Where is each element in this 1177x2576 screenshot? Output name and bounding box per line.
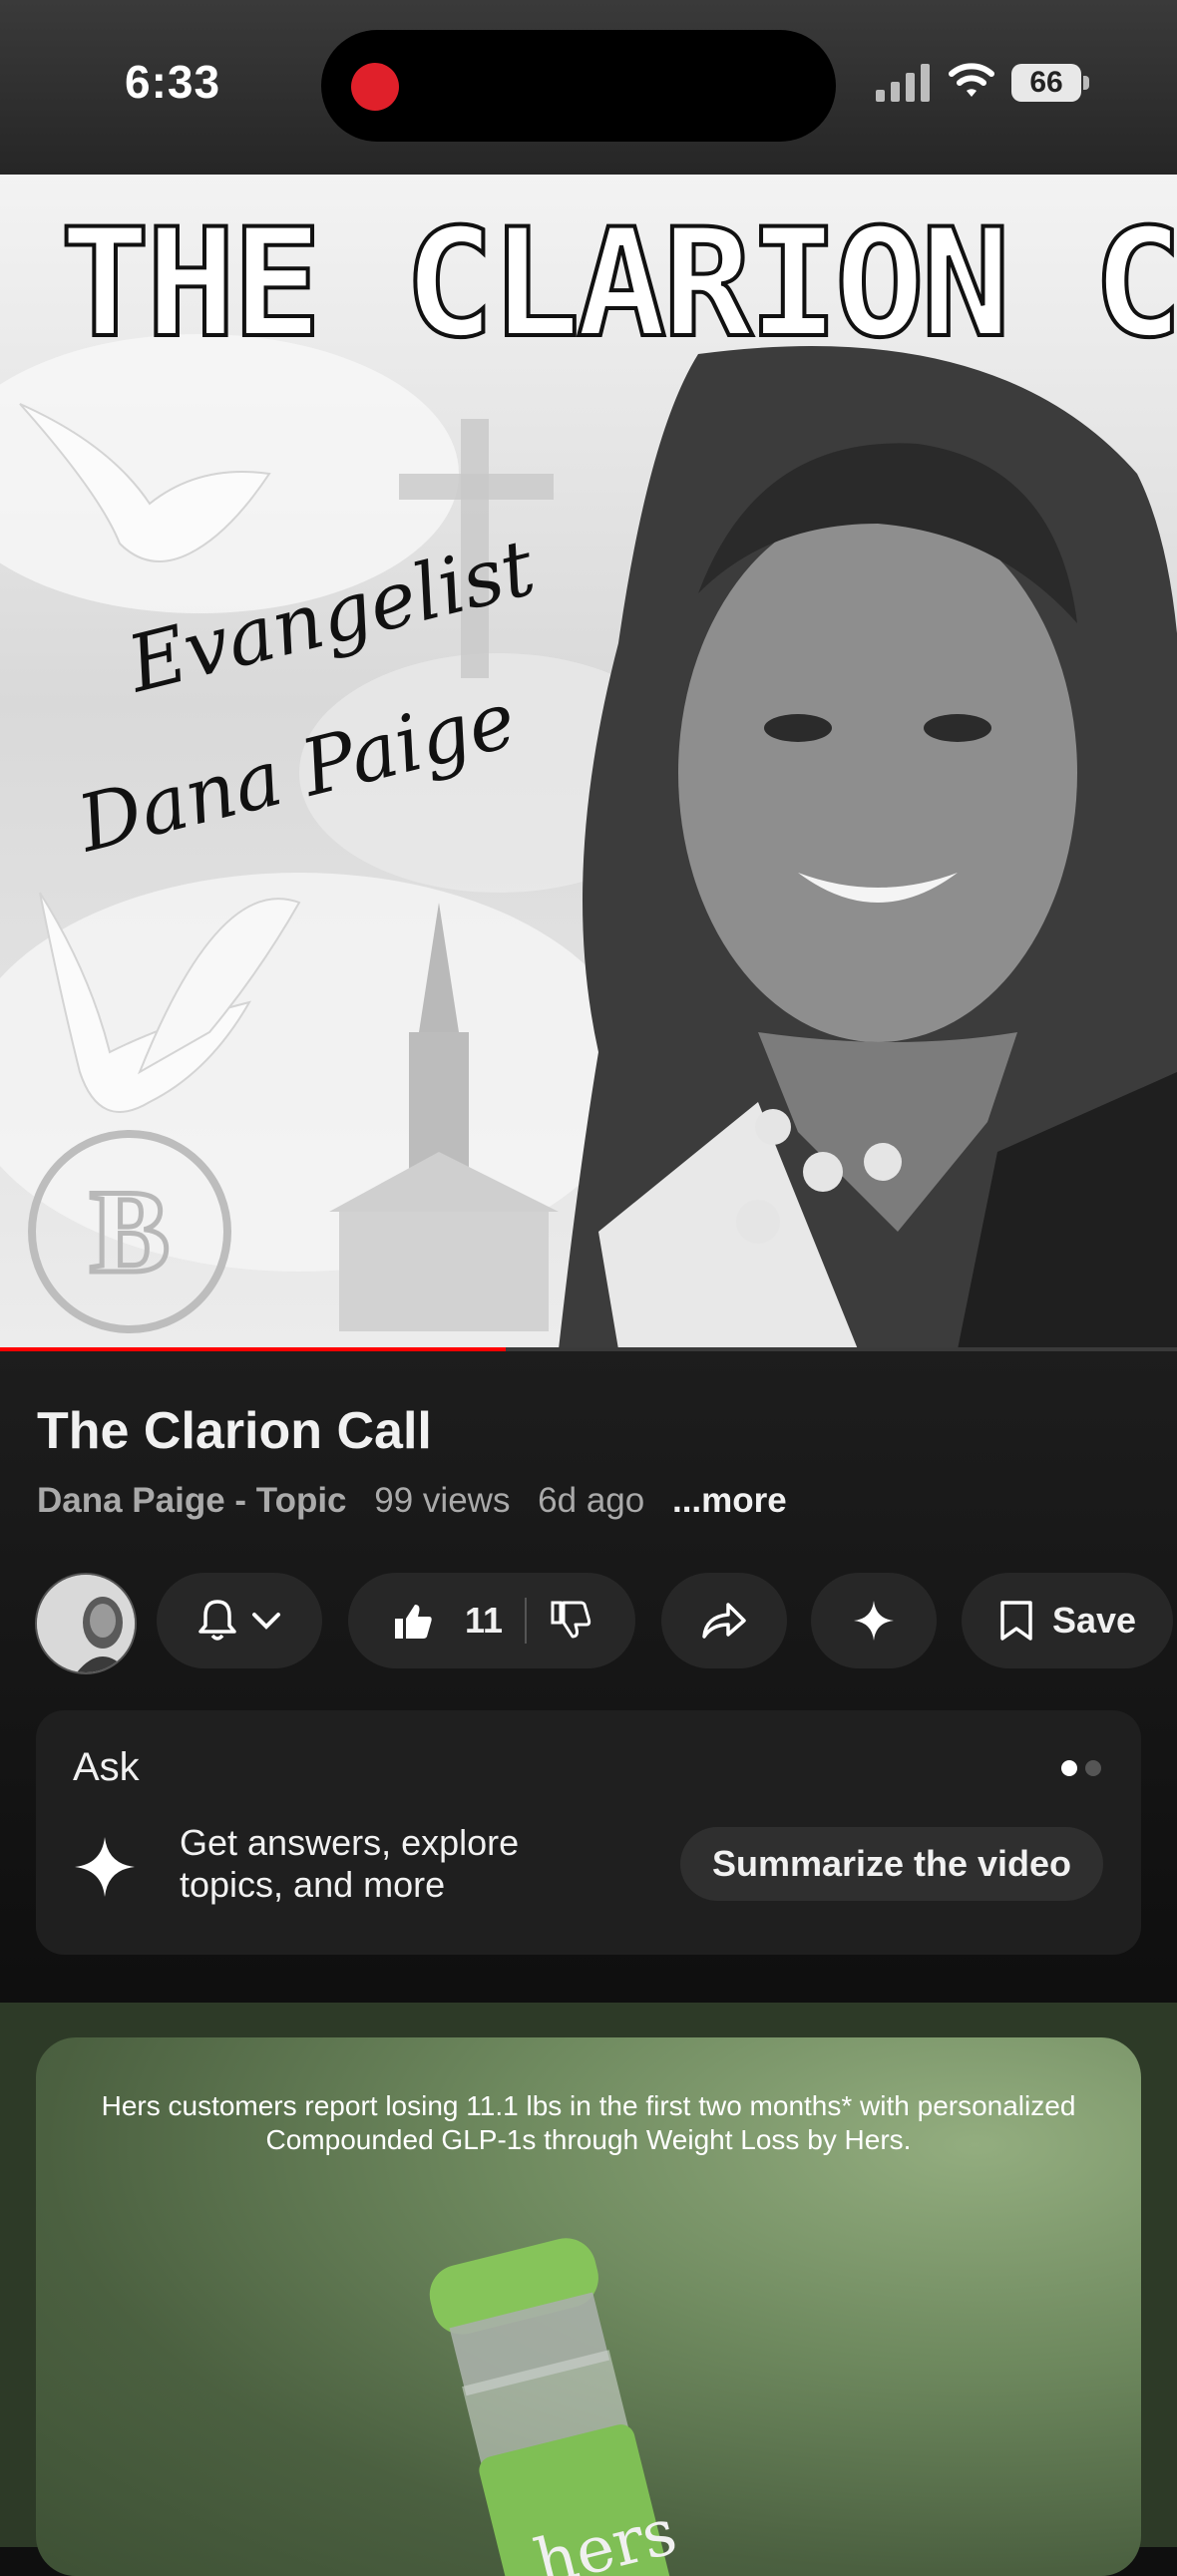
channel-name[interactable]: Dana Paige - Topic: [37, 1481, 347, 1520]
recording-indicator-icon: [351, 63, 399, 111]
subscribe-notification-button[interactable]: [157, 1573, 322, 1668]
like-count: 11: [464, 1600, 504, 1641]
like-divider: [525, 1598, 528, 1644]
video-title[interactable]: The Clarion Call: [37, 1401, 432, 1461]
bookmark-icon: [1000, 1601, 1032, 1641]
battery-icon: 66: [1011, 64, 1081, 102]
chevron-down-icon: [252, 1613, 280, 1630]
status-bar: 6:33 66: [0, 0, 1177, 175]
share-icon: [702, 1603, 746, 1639]
view-count: 99 views: [374, 1481, 511, 1520]
ad-card[interactable]: Hers customers report losing 11.1 lbs in…: [36, 2037, 1141, 2576]
dynamic-island: [321, 30, 836, 142]
action-bar: 11 Save: [0, 1573, 1177, 1674]
ask-title: Ask: [73, 1745, 140, 1789]
save-button[interactable]: Save: [962, 1573, 1173, 1668]
like-dislike-group: 11: [348, 1573, 635, 1668]
page-dot-active: [1061, 1760, 1077, 1776]
cellular-signal-icon: [876, 64, 930, 102]
bell-icon: [198, 1600, 236, 1641]
save-label: Save: [1051, 1600, 1137, 1641]
video-info-panel: The Clarion Call Dana Paige - Topic 99 v…: [0, 1351, 1177, 1980]
battery-tip: [1083, 76, 1089, 90]
wifi-icon: [949, 63, 994, 97]
dislike-icon[interactable]: [549, 1599, 592, 1643]
like-icon[interactable]: [391, 1599, 435, 1643]
ask-sparkle-icon: [75, 1837, 135, 1897]
video-meta: Dana Paige - Topic 99 views 6d ago ...mo…: [37, 1481, 805, 1521]
thumbnail-title-text: THE CLARION CALL: [58, 197, 1177, 371]
ask-card: Ask Get answers, explore topics, and mor…: [36, 1710, 1141, 1955]
avatar-image: [37, 1575, 135, 1672]
sparkle-icon: [854, 1601, 894, 1641]
svg-text:B: B: [90, 1165, 170, 1297]
product-vial-image: [429, 2238, 677, 2576]
page-indicator: [1053, 1760, 1101, 1781]
status-time: 6:33: [125, 56, 221, 108]
share-button[interactable]: [661, 1573, 787, 1668]
ask-description: Get answers, explore topics, and more: [180, 1822, 520, 1905]
ad-section: Hers customers report losing 11.1 lbs in…: [0, 2003, 1177, 2576]
video-player[interactable]: B THE CLARION CALL Evangelist Dana Paige: [0, 175, 1177, 1349]
upload-age: 6d ago: [538, 1481, 645, 1520]
page-dot-inactive: [1085, 1760, 1101, 1776]
summarize-video-button[interactable]: Summarize the video: [680, 1827, 1103, 1901]
more-link[interactable]: ...more: [672, 1481, 787, 1520]
ai-sparkle-button[interactable]: [811, 1573, 937, 1668]
channel-avatar[interactable]: [35, 1573, 137, 1674]
